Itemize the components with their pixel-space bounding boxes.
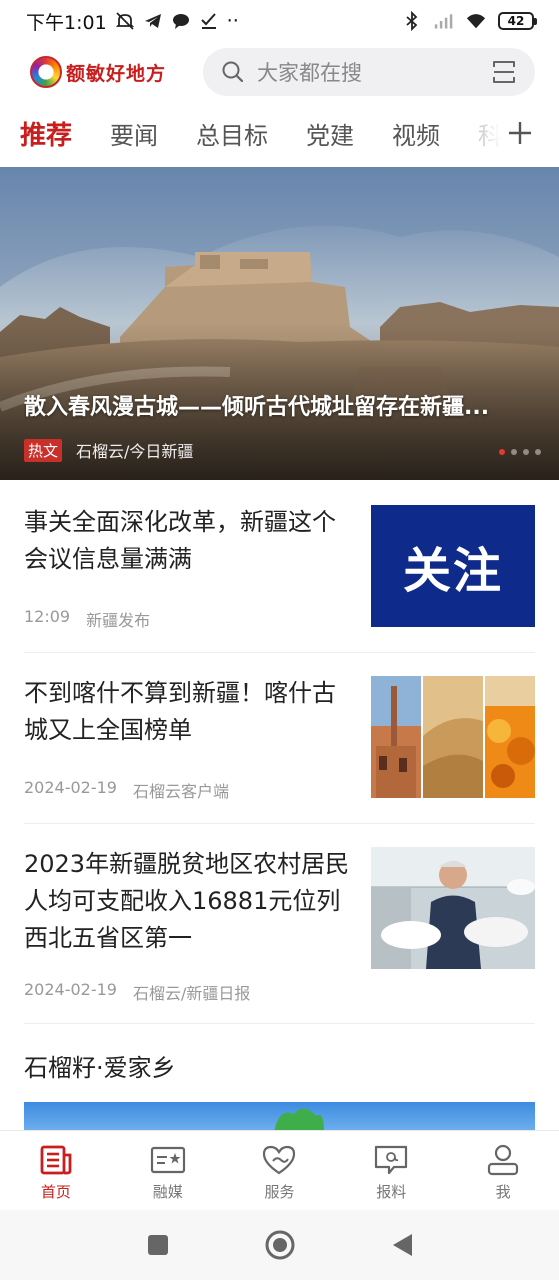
nav-report[interactable]: 报料: [335, 1131, 447, 1210]
article-meta: 2024-02-19 石榴云客户端: [24, 778, 229, 802]
nav-label: 我: [495, 1183, 511, 1201]
hero-image: [0, 167, 559, 480]
article-thumbnail: 关注: [371, 505, 535, 627]
scan-icon[interactable]: [491, 59, 517, 85]
article-source: 石榴云客户端: [132, 782, 229, 801]
tab-party-building[interactable]: 党建: [306, 116, 354, 151]
search-placeholder: 大家都在搜: [257, 61, 362, 85]
carousel-dot: [499, 449, 505, 455]
more-notifications: ··: [226, 10, 239, 32]
section-title: 石榴籽·爱家乡: [24, 1054, 176, 1082]
home-button-icon[interactable]: [264, 1229, 296, 1261]
battery-icon: 42: [498, 12, 537, 30]
man-with-pigeons-image: [371, 847, 535, 969]
carousel-dot: [511, 449, 517, 455]
thumbnail-text: 关注: [402, 543, 503, 599]
bottom-navigation: 首页 融媒 服务 报料 我: [0, 1130, 559, 1210]
tab-news[interactable]: 要闻: [110, 116, 158, 151]
tab-science[interactable]: 科: [478, 116, 502, 151]
wifi-icon: [466, 11, 486, 31]
system-navigation-bar: [0, 1210, 559, 1280]
app-logo[interactable]: 额敏好地方: [30, 56, 166, 88]
hero-title: 散入春风漫古城——倾听古代城址留存在新疆...: [24, 395, 490, 420]
tab-recommend[interactable]: 推荐: [20, 115, 72, 152]
article-title: 不到喀什不算到新疆！喀什古城又上全国榜单: [24, 679, 336, 744]
media-icon: [150, 1146, 185, 1174]
recents-button-icon[interactable]: [146, 1233, 170, 1257]
carousel-dot: [523, 449, 529, 455]
user-icon: [487, 1144, 519, 1176]
article-source: 新疆发布: [86, 611, 151, 630]
tab-video[interactable]: 视频: [392, 116, 440, 151]
nav-label: 服务: [264, 1183, 295, 1201]
signal-icon: [434, 11, 454, 31]
divider: [24, 652, 535, 653]
article-time: 12:09: [24, 607, 71, 626]
nav-media[interactable]: 融媒: [112, 1131, 224, 1210]
carousel-indicator: [499, 449, 541, 455]
nav-label: 融媒: [152, 1183, 183, 1201]
hero-meta: 热文 石榴云/今日新疆: [24, 438, 193, 462]
search-icon: [222, 61, 244, 83]
article-thumbnail: [371, 676, 535, 798]
service-heart-icon: [263, 1145, 296, 1175]
telegram-icon: [143, 11, 163, 31]
checkmark-icon: [199, 11, 219, 31]
logo-text: 额敏好地方: [66, 62, 167, 85]
article-meta: 2024-02-19 石榴云/新疆日报: [24, 980, 250, 1004]
bluetooth-icon: [402, 11, 422, 31]
nav-service[interactable]: 服务: [224, 1131, 336, 1210]
nav-me[interactable]: 我: [447, 1131, 559, 1210]
nav-home[interactable]: 首页: [0, 1131, 112, 1210]
carousel-dot: [535, 449, 541, 455]
status-time: 下午1:01: [26, 11, 107, 34]
plus-icon: [509, 122, 531, 144]
status-bar: 下午1:01 ·· 42: [0, 0, 559, 42]
pomegranate-logo-icon: [30, 56, 62, 88]
banner-tree-icon: [274, 1108, 324, 1132]
home-news-icon: [40, 1145, 72, 1175]
message-icon: [171, 11, 191, 31]
article-time: 2024-02-19: [24, 980, 117, 999]
channel-tabs: 推荐 要闻 总目标 党建 视频 科: [0, 106, 559, 160]
article-time: 2024-02-19: [24, 778, 117, 797]
divider: [24, 1023, 535, 1024]
hot-badge: 热文: [24, 438, 63, 462]
app-header: 额敏好地方 大家都在搜: [0, 44, 559, 100]
search-bar[interactable]: 大家都在搜: [203, 48, 535, 96]
divider: [24, 823, 535, 824]
kashgar-collage-image: [371, 676, 535, 798]
report-chat-icon: [375, 1145, 408, 1175]
tab-general-goal[interactable]: 总目标: [196, 116, 268, 151]
hero-carousel[interactable]: 散入春风漫古城——倾听古代城址留存在新疆... 热文 石榴云/今日新疆: [0, 167, 559, 480]
nav-label: 报料: [376, 1183, 407, 1201]
article-title: 事关全面深化改革，新疆这个会议信息量满满: [24, 508, 336, 573]
section-banner-image[interactable]: [24, 1102, 535, 1132]
hero-source: 石榴云/今日新疆: [76, 442, 194, 461]
mute-icon: [115, 11, 135, 31]
article-thumbnail: [371, 847, 535, 969]
nav-label: 首页: [40, 1183, 71, 1201]
back-button-icon[interactable]: [390, 1232, 414, 1258]
article-meta: 12:09 新疆发布: [24, 607, 150, 631]
article-title: 2023年新疆脱贫地区农村居民人均可支配收入16881元位列西北五省区第一: [24, 850, 350, 952]
article-source: 石榴云/新疆日报: [132, 984, 251, 1003]
add-channel-button[interactable]: [503, 116, 537, 150]
